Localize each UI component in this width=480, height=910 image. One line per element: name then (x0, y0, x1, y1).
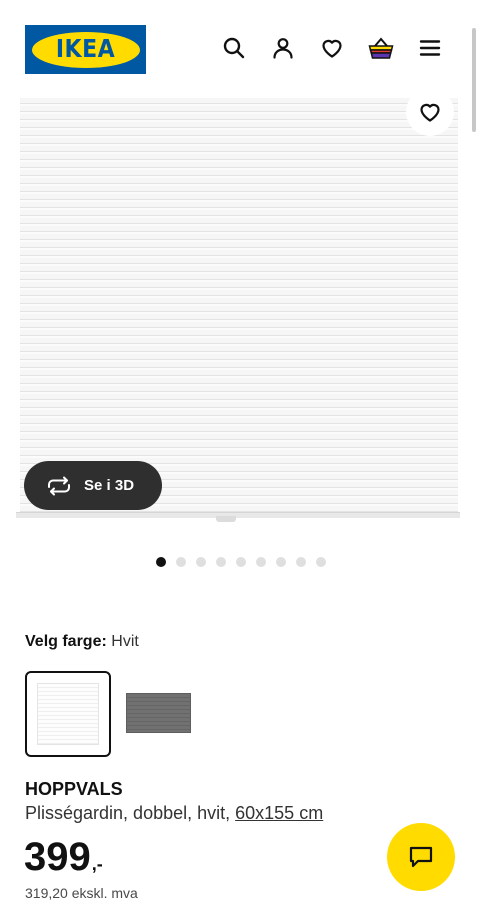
color-selector-label: Velg farge: Hvit (25, 633, 139, 651)
logo-text: IKEA (55, 35, 116, 64)
product-name: HOPPVALS (25, 779, 123, 799)
color-swatch-grey[interactable] (126, 693, 191, 733)
product-price: 399 ,- (24, 835, 103, 879)
blind-handle (216, 516, 236, 522)
user-icon[interactable] (269, 34, 297, 62)
price-ex-vat: 319,20 ekskl. mva (25, 885, 138, 901)
carousel-dot[interactable] (216, 557, 226, 567)
favorite-button[interactable] (406, 88, 454, 136)
pleated-blind-image (20, 98, 458, 516)
view-3d-button[interactable]: Se i 3D (24, 461, 162, 510)
swatch-image-white (37, 683, 99, 745)
size-link[interactable]: 60x155 cm (235, 803, 323, 823)
page-scrollbar[interactable] (472, 28, 476, 132)
carousel-dot[interactable] (236, 557, 246, 567)
view-3d-label: Se i 3D (84, 477, 135, 494)
menu-icon[interactable] (416, 34, 444, 62)
carousel-dot[interactable] (276, 557, 286, 567)
carousel-dot[interactable] (156, 557, 166, 567)
heart-icon (420, 103, 440, 122)
chat-icon (409, 846, 433, 868)
carousel-dot[interactable] (196, 557, 206, 567)
carousel-dot[interactable] (256, 557, 266, 567)
ikea-logo[interactable]: IKEA (25, 25, 146, 74)
search-icon[interactable] (220, 34, 248, 62)
price-main: 399 (24, 835, 91, 879)
product-description: Plisségardin, dobbel, hvit, 60x155 cm (25, 803, 323, 824)
chat-button[interactable] (387, 823, 455, 891)
color-label: Velg farge: (25, 633, 107, 650)
carousel-dot[interactable] (176, 557, 186, 567)
rotate-icon (48, 476, 70, 495)
carousel-dot[interactable] (296, 557, 306, 567)
carousel-dot[interactable] (316, 557, 326, 567)
site-header: IKEA (0, 0, 480, 96)
logo-oval: IKEA (31, 31, 140, 68)
price-suffix: ,- (91, 854, 103, 874)
carousel-dots (156, 557, 326, 567)
shopping-bag-icon[interactable] (367, 34, 395, 62)
product-description-text: Plisségardin, dobbel, hvit, (25, 803, 231, 823)
blind-bottom-rail (16, 512, 460, 518)
heart-icon[interactable] (318, 34, 346, 62)
color-value: Hvit (111, 633, 139, 650)
color-swatch-white[interactable] (25, 671, 111, 757)
